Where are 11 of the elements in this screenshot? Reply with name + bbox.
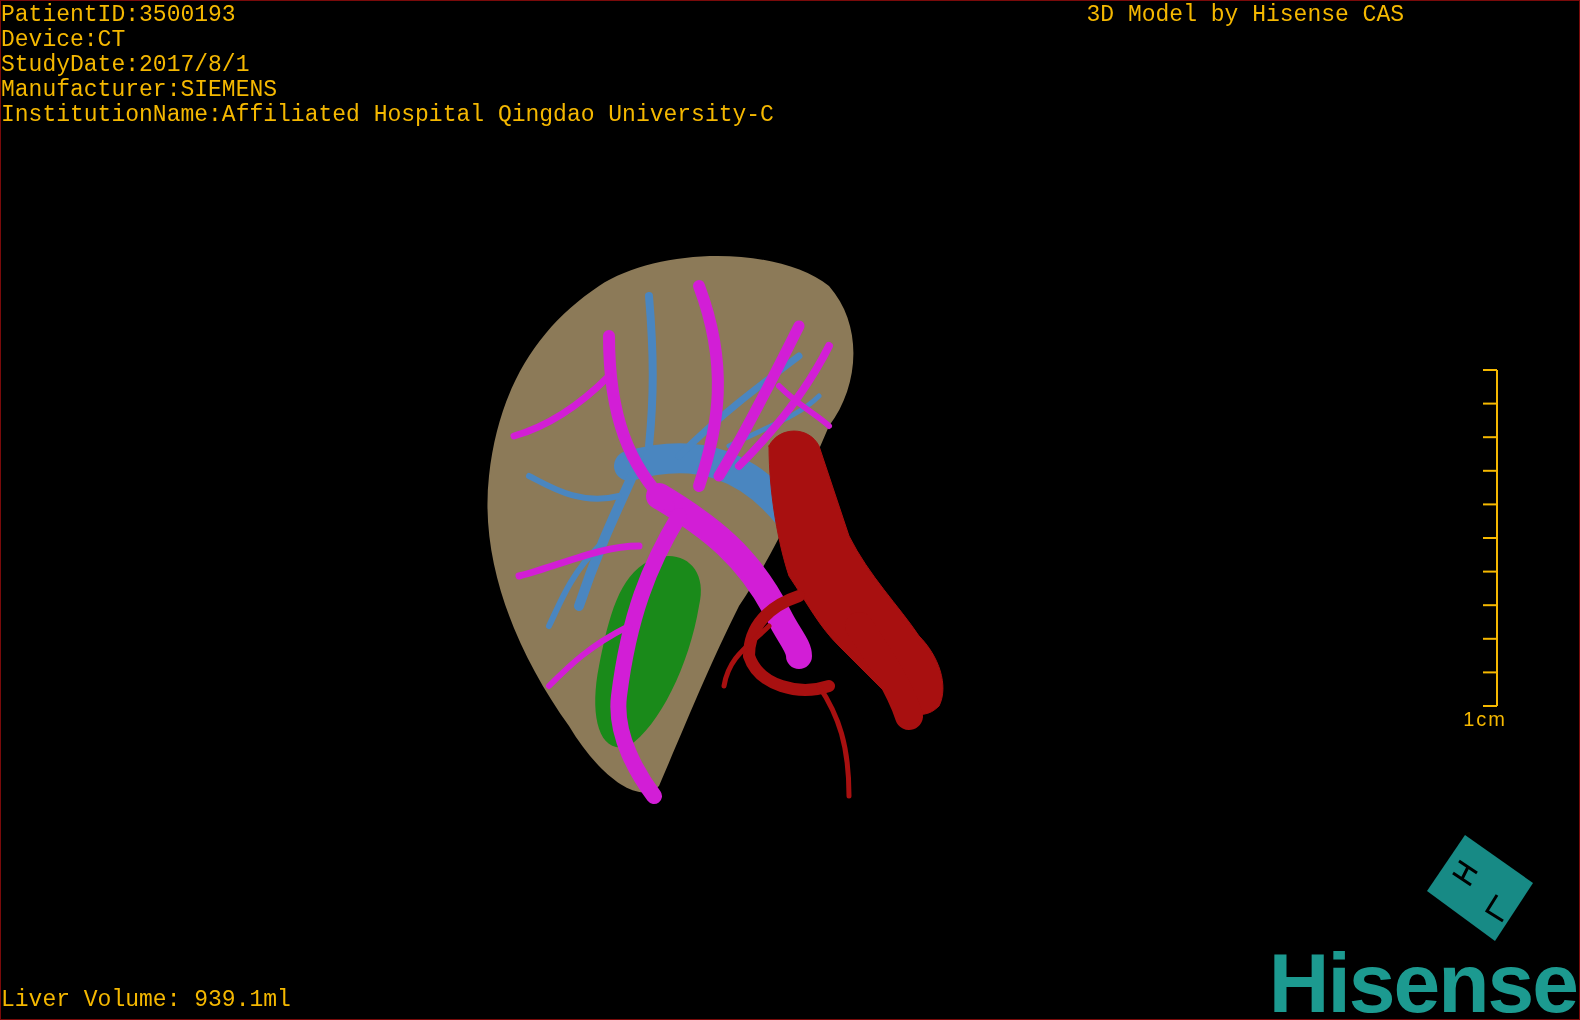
cube-logo-icon [1425,833,1535,943]
viewer-title: 3D Model by Hisense CAS [1086,1,1404,28]
scale-label: 1cm [1463,708,1507,730]
scale-ruler-icon [1481,368,1499,708]
study-info-line: Manufacturer:SIEMENS [1,78,279,103]
study-info-line: StudyDate:2017/8/1 [1,53,251,78]
study-info-line: Device:CT [1,28,127,53]
study-info-line: PatientID:3500193 [1,3,237,28]
liver-volume: Liver Volume: 939.1ml [1,988,291,1015]
study-info-line: InstitutionName:Affiliated Hospital Qingdao University-C [1,103,774,128]
logo-text: Hisense [1268,947,1577,1019]
